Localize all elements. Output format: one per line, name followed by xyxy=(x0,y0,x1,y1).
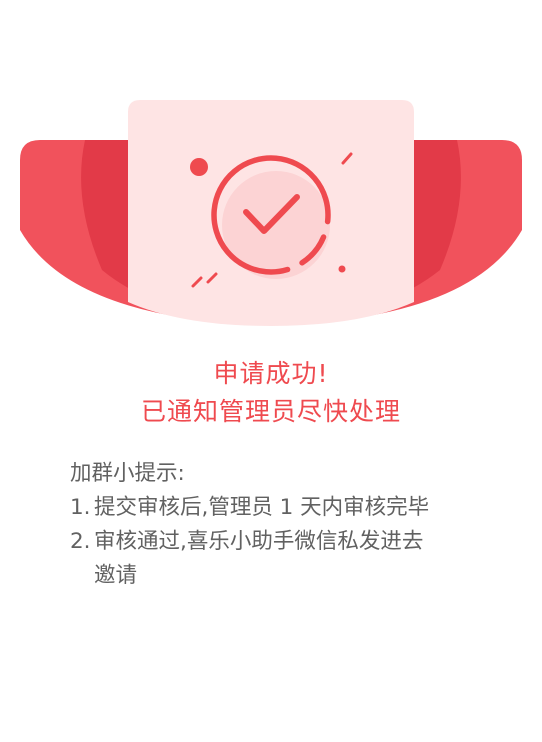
tips-heading: 加群小提示: xyxy=(70,461,185,486)
tip-text-continuation: 邀请 xyxy=(94,563,138,588)
tip-text: 提交审核后,管理员 1 天内审核完毕 xyxy=(94,495,430,520)
tip-text: 审核通过,喜乐小助手微信私发进去 xyxy=(94,529,424,554)
success-subtitle: 已通知管理员尽快处理 xyxy=(140,397,401,426)
success-title: 申请成功! xyxy=(213,359,329,388)
tip-item: 2. 审核通过,喜乐小助手微信私发进去 xyxy=(70,525,510,559)
tips-section: 加群小提示: 1. 提交审核后,管理员 1 天内审核完毕 2. 审核通过,喜乐小助手… xyxy=(70,457,510,593)
success-illustration xyxy=(0,0,542,340)
tip-number: 2. xyxy=(70,529,91,554)
tip-number: 1. xyxy=(70,495,91,520)
tip-item: 1. 提交审核后,管理员 1 天内审核完毕 xyxy=(70,491,510,525)
